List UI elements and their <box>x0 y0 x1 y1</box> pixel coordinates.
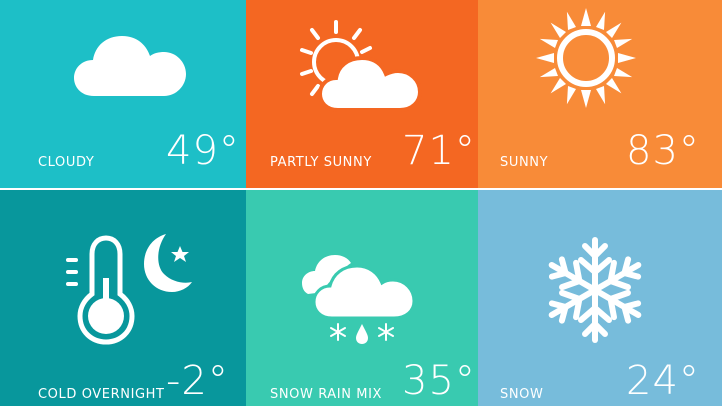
snowflake-icon <box>540 234 650 346</box>
sun-icon <box>534 6 638 110</box>
tile-label: SNOW RAIN MIX <box>270 387 383 402</box>
thermometer-moon-icon <box>64 228 204 348</box>
tile-temperature: 24° <box>626 358 700 404</box>
weather-tile-cloudy[interactable]: CLOUDY 49° <box>0 0 246 188</box>
tile-temperature: 83° <box>626 128 700 174</box>
tile-label: PARTLY SUNNY <box>270 155 372 170</box>
tile-temperature: -2° <box>166 358 229 404</box>
weather-tile-partly-sunny[interactable]: PARTLY SUNNY 71° <box>246 0 478 188</box>
weather-tile-snow[interactable]: SNOW 24° <box>478 190 722 406</box>
tile-label: SUNNY <box>500 155 549 170</box>
weather-tile-grid: CLOUDY 49° PARTLY SUNNY 71° SUNNY 83° CO… <box>0 0 722 406</box>
tile-temperature: 71° <box>402 128 476 174</box>
tile-label: CLOUDY <box>38 155 95 170</box>
tile-temperature: 35° <box>402 358 476 404</box>
tile-label: SNOW <box>500 387 544 402</box>
weather-tile-sunny[interactable]: SUNNY 83° <box>478 0 722 188</box>
weather-tile-snow-rain-mix[interactable]: SNOW RAIN MIX 35° <box>246 190 478 406</box>
snow-rain-cloud-icon <box>302 252 422 346</box>
partly-sunny-icon <box>294 20 434 112</box>
cloud-icon <box>72 30 192 98</box>
tile-temperature: 49° <box>166 128 240 174</box>
tile-label: COLD OVERNIGHT <box>38 387 165 402</box>
weather-tile-cold-overnight[interactable]: COLD OVERNIGHT -2° <box>0 190 246 406</box>
